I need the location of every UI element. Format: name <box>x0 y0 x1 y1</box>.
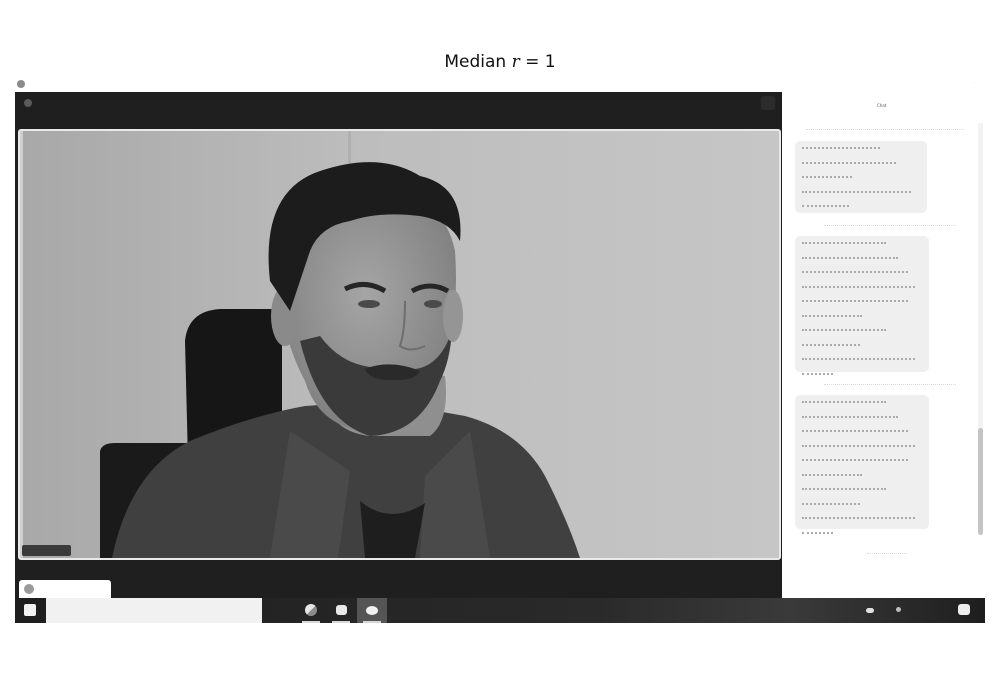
chat-message-line <box>802 401 886 405</box>
browser-icon <box>305 604 317 616</box>
chat-message-line <box>802 415 898 420</box>
chat-message-line <box>802 517 915 521</box>
figure-title-suffix: = 1 <box>519 52 556 72</box>
window-close-icon[interactable]: · <box>973 80 975 86</box>
window-titlebar[interactable]: · <box>15 80 985 92</box>
chat-panel-title: Chat <box>877 103 887 108</box>
chat-message-line <box>802 502 860 507</box>
meeting-app-icon <box>366 606 378 615</box>
chat-message-line <box>802 430 908 434</box>
self-view-strip[interactable] <box>19 580 111 598</box>
chat-message-bubble[interactable] <box>795 236 929 375</box>
chat-message-line <box>802 256 898 261</box>
screenshot-root: Median r = 1 · Chat <box>0 0 1000 700</box>
app-window: · Chat <box>15 80 985 623</box>
chat-message-line <box>802 473 862 478</box>
taskbar-app-chat[interactable] <box>326 598 356 623</box>
chat-message-line <box>802 300 908 304</box>
chat-message-line <box>802 205 850 209</box>
self-avatar <box>24 584 34 594</box>
participant-video-image <box>20 131 779 558</box>
chat-message-line <box>802 242 886 246</box>
taskbar-app-browser[interactable] <box>296 598 326 623</box>
chat-message-bubble[interactable] <box>795 395 929 534</box>
chat-message-line <box>802 343 860 348</box>
chat-message-line <box>802 459 908 463</box>
taskbar <box>15 598 985 623</box>
figure-title-variable: r <box>511 52 520 72</box>
chat-message-line <box>802 444 915 449</box>
participant-video-tile[interactable] <box>18 129 781 560</box>
chat-app-icon <box>336 605 347 615</box>
chat-message-line <box>802 176 852 180</box>
chat-message-bubble[interactable] <box>795 141 927 213</box>
chat-message-line <box>802 285 915 290</box>
taskbar-search-box[interactable] <box>46 598 262 623</box>
taskbar-app-meeting[interactable] <box>357 598 387 623</box>
chat-message-meta <box>824 384 956 385</box>
app-logo-icon <box>17 80 25 88</box>
chat-scrollbar-thumb[interactable] <box>978 428 983 535</box>
chat-message-line <box>802 190 911 195</box>
call-stage <box>15 92 782 598</box>
cloud-icon[interactable] <box>866 608 874 613</box>
meeting-icon <box>24 99 32 107</box>
chat-message-line <box>802 488 886 492</box>
chat-message-line <box>802 314 862 319</box>
chat-message-line <box>802 372 834 377</box>
layout-button[interactable] <box>761 96 775 110</box>
chat-message-line <box>802 271 908 275</box>
network-icon[interactable] <box>896 607 901 612</box>
participant-name-tag <box>22 545 71 556</box>
chat-panel: Chat <box>782 92 985 598</box>
chat-message-line <box>802 358 915 362</box>
chat-message-line <box>802 147 880 151</box>
start-button[interactable] <box>24 604 36 616</box>
figure-title: Median r = 1 <box>0 52 1000 72</box>
chat-message-line <box>802 161 897 166</box>
taskbar-app-indicator <box>332 621 350 623</box>
chat-message-line <box>802 531 834 536</box>
chat-footer <box>867 553 907 554</box>
figure-title-prefix: Median <box>444 52 512 72</box>
taskbar-app-indicator <box>302 621 320 623</box>
notification-icon[interactable] <box>958 604 970 615</box>
chat-message-meta <box>806 129 964 130</box>
taskbar-app-indicator <box>363 621 381 623</box>
chat-message-line <box>802 329 886 333</box>
chat-message-meta <box>824 225 956 226</box>
